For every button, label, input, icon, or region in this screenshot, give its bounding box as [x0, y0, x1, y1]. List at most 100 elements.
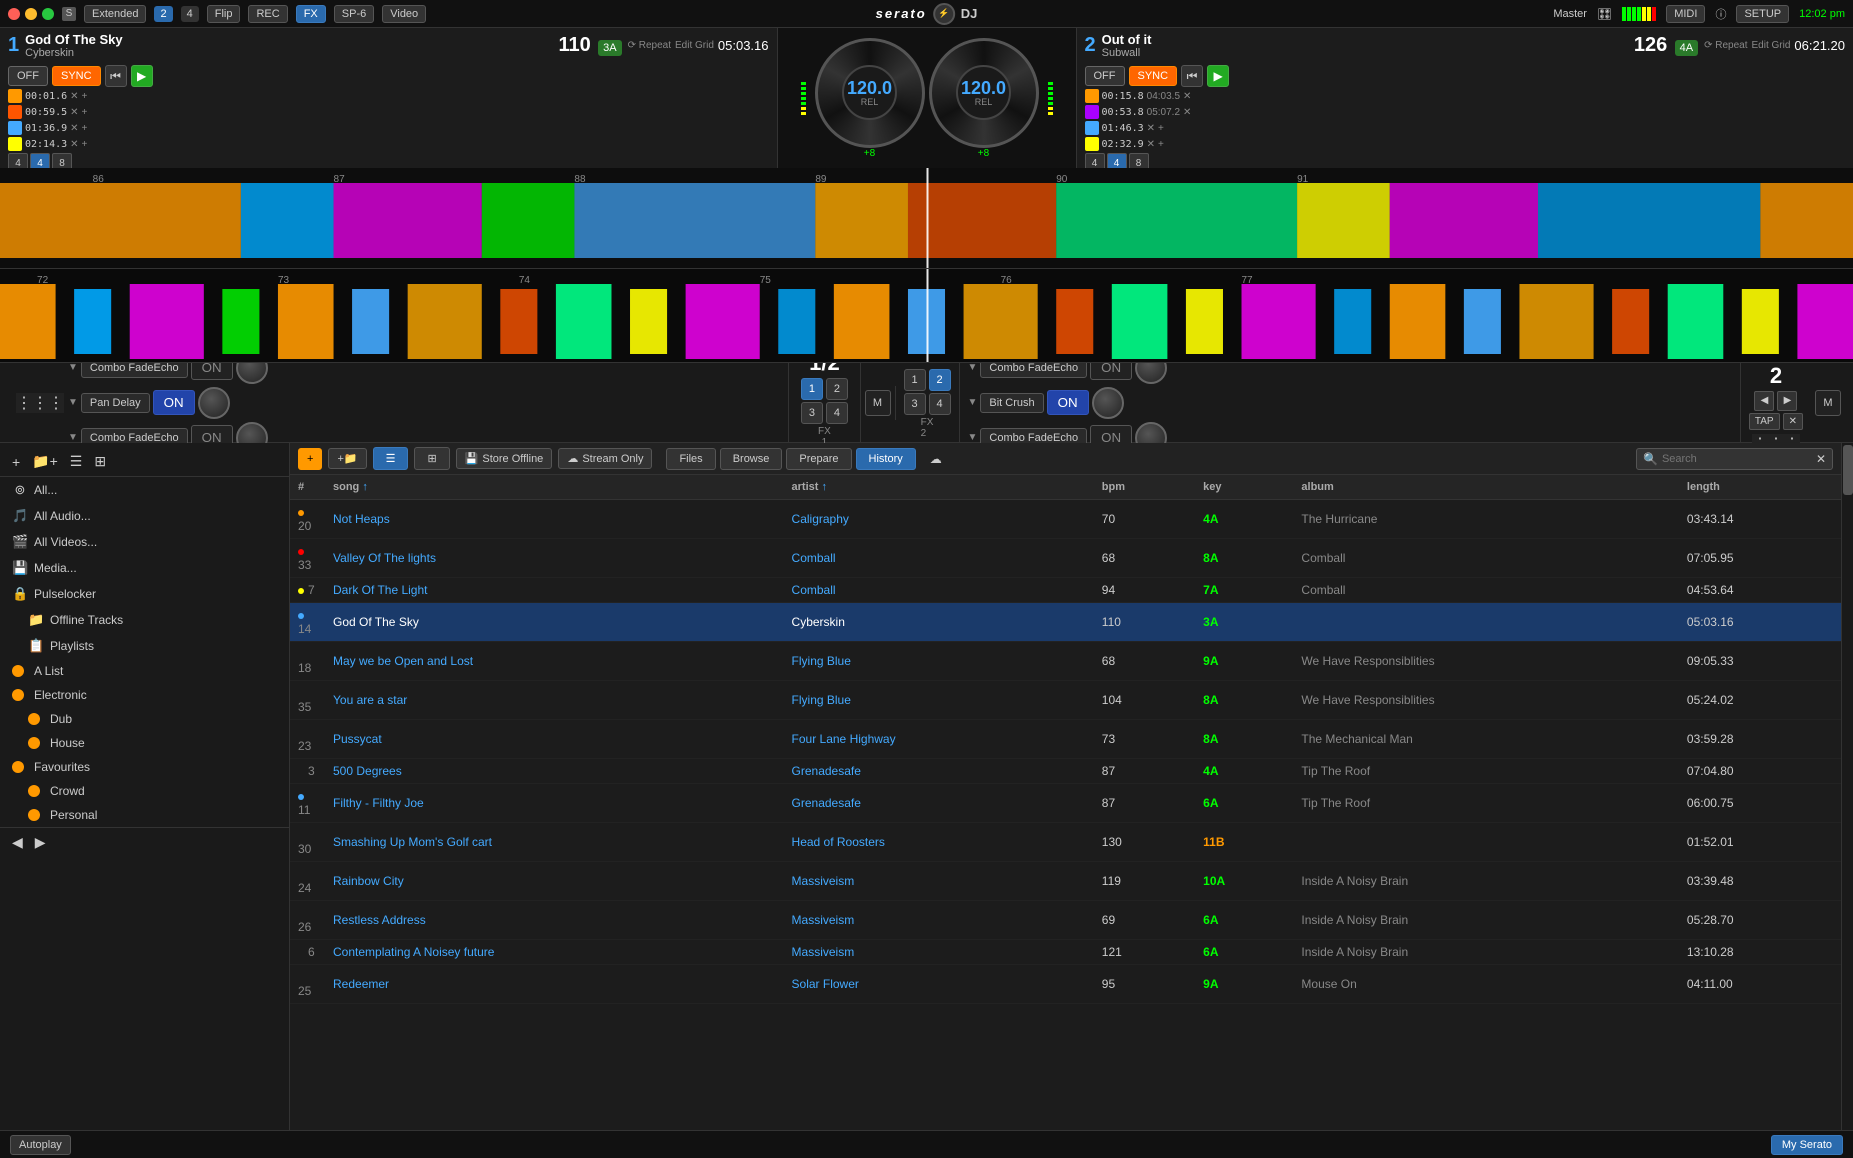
sidebar-item-favourites[interactable]: Favourites [0, 755, 289, 779]
add-folder-btn[interactable]: 📁+ [28, 451, 62, 472]
fx-num-3[interactable]: 3 [801, 402, 823, 424]
table-row[interactable]: 14 God Of The Sky Cyberskin 110 3A 05:03… [290, 603, 1841, 642]
deck2-play-btn[interactable]: ▶ [1207, 65, 1229, 87]
col-header-song[interactable]: song ↑ [325, 475, 784, 500]
sidebar-scroll-right[interactable]: ▶ [31, 832, 50, 853]
table-row[interactable]: 30 Smashing Up Mom's Golf cart Head of R… [290, 823, 1841, 862]
deck2-loop-4[interactable]: 4 [1085, 153, 1105, 168]
midi-button[interactable]: MIDI [1666, 5, 1705, 23]
close-button[interactable] [8, 8, 20, 20]
waveform-zoomed[interactable]: 72 73 74 75 76 77 [0, 268, 1853, 363]
col-header-key[interactable]: key [1195, 475, 1293, 500]
deck2-cue0-delete[interactable]: ✕ [1183, 91, 1191, 102]
sidebar-item-house[interactable]: House [0, 731, 289, 755]
deck1-cue1-color[interactable] [8, 105, 22, 119]
maximize-button[interactable] [42, 8, 54, 20]
add-track-btn[interactable]: + [8, 451, 24, 472]
minimize-button[interactable] [25, 8, 37, 20]
deck1-cue2-delete[interactable]: ✕ [70, 123, 78, 134]
fx-unit2-slot2-btn[interactable]: Bit Crush [980, 393, 1043, 413]
table-row[interactable]: 6 Contemplating A Noisey future Massivei… [290, 940, 1841, 965]
fx-unit2-slot2-knob[interactable] [1092, 387, 1124, 419]
list-view-lib-btn[interactable]: ☰ [373, 447, 409, 470]
deck2-cue3-add[interactable]: + [1158, 139, 1164, 150]
table-row[interactable]: 35 You are a star Flying Blue 104 8A We … [290, 681, 1841, 720]
sidebar-item-dub[interactable]: Dub [0, 707, 289, 731]
sidebar-item-crowd[interactable]: Crowd [0, 779, 289, 803]
tab-browse[interactable]: Browse [720, 448, 783, 470]
col-header-num[interactable]: # [290, 475, 325, 500]
add-crate-btn[interactable]: +📁 [328, 448, 366, 469]
col-header-bpm[interactable]: bpm [1094, 475, 1195, 500]
deck1-cue3-add[interactable]: + [82, 139, 88, 150]
deck1-off-btn[interactable]: OFF [8, 66, 48, 86]
deck1-cue0-color[interactable] [8, 89, 22, 103]
fx-num-1[interactable]: 1 [801, 378, 823, 400]
table-row[interactable]: 7 Dark Of The Light Comball 94 7A Combal… [290, 578, 1841, 603]
sidebar-item-electronic[interactable]: Electronic [0, 683, 289, 707]
deck1-cue3-color[interactable] [8, 137, 22, 151]
deck1-play-btn[interactable]: ▶ [131, 65, 153, 87]
table-row[interactable]: 25 Redeemer Solar Flower 95 9A Mouse On … [290, 965, 1841, 1004]
search-box[interactable]: 🔍 ✕ [1636, 448, 1833, 470]
my-serato-button[interactable]: My Serato [1771, 1135, 1843, 1155]
waveform-overview[interactable]: // This will be rendered as static SVG i… [0, 168, 1853, 268]
deck1-cue1-add[interactable]: + [82, 107, 88, 118]
tab-files[interactable]: Files [666, 448, 715, 470]
repeat-icon[interactable]: ⟳ Repeat [628, 40, 671, 51]
table-row[interactable]: 18 May we be Open and Lost Flying Blue 6… [290, 642, 1841, 681]
deck2-cue0-color[interactable] [1085, 89, 1099, 103]
deck2-cue2-add[interactable]: + [1158, 123, 1164, 134]
search-input[interactable] [1662, 453, 1812, 465]
grid-view-btn[interactable]: ⊞ [90, 451, 110, 472]
deck2-cue1-delete[interactable]: ✕ [1183, 107, 1191, 118]
sidebar-item-audio[interactable]: 🎵 All Audio... [0, 503, 289, 529]
album-view-lib-btn[interactable]: ⊞ [414, 447, 449, 470]
deck2-cue3-color[interactable] [1085, 137, 1099, 151]
table-row[interactable]: 20 Not Heaps Caligraphy 70 4A The Hurric… [290, 500, 1841, 539]
fx-m-button[interactable]: M [865, 390, 891, 416]
table-row[interactable]: 11 Filthy - Filthy Joe Grenadesafe 87 6A… [290, 784, 1841, 823]
search-clear-icon[interactable]: ✕ [1816, 452, 1826, 466]
fx-m-button-2[interactable]: M [1815, 390, 1841, 416]
stream-only-btn[interactable]: ☁ Stream Only [558, 448, 652, 469]
table-row[interactable]: 33 Valley Of The lights Comball 68 8A Co… [290, 539, 1841, 578]
sidebar-item-media[interactable]: 💾 Media... [0, 555, 289, 581]
fx-unit2-x[interactable]: ✕ [1783, 413, 1803, 430]
deck2-loop-8[interactable]: 8 [1129, 153, 1149, 168]
deck2-sync-btn[interactable]: SYNC [1129, 66, 1178, 86]
fx2-next-btn[interactable]: ▶ [1777, 391, 1797, 411]
deck2-loop-4b[interactable]: 4 [1107, 153, 1127, 168]
fx-num-2[interactable]: 2 [826, 378, 848, 400]
sidebar-item-pulselocker[interactable]: 🔒 Pulselocker [0, 581, 289, 607]
deck1-prev-btn[interactable]: ⏮ [105, 65, 127, 87]
edit-grid-icon[interactable]: Edit Grid [675, 40, 714, 51]
deck1-cue0-delete[interactable]: ✕ [70, 91, 78, 102]
deck2-prev-btn[interactable]: ⏮ [1181, 65, 1203, 87]
sidebar-item-videos[interactable]: 🎬 All Videos... [0, 529, 289, 555]
deck2-cue1-color[interactable] [1085, 105, 1099, 119]
fx-unit1-slot2-btn[interactable]: Pan Delay [81, 393, 150, 413]
deck2-cue2-delete[interactable]: ✕ [1147, 123, 1155, 134]
sidebar-item-personal[interactable]: Personal [0, 803, 289, 827]
sp6-button[interactable]: SP-6 [334, 5, 374, 23]
fx-unit1-slot2-knob[interactable] [198, 387, 230, 419]
table-row[interactable]: 3 500 Degrees Grenadesafe 87 4A Tip The … [290, 759, 1841, 784]
sidebar-item-playlists[interactable]: 📋 Playlists [0, 633, 289, 659]
edit-grid-icon-2[interactable]: Edit Grid [1751, 40, 1790, 51]
deck2-cue2-color[interactable] [1085, 121, 1099, 135]
deck1-cue1-delete[interactable]: ✕ [70, 107, 78, 118]
deck-count-2[interactable]: 2 [154, 6, 172, 22]
deck1-cue2-color[interactable] [8, 121, 22, 135]
fx2-num-3[interactable]: 3 [904, 393, 926, 415]
fx2-num-1[interactable]: 1 [904, 369, 926, 391]
add-track-library-btn[interactable]: + [298, 448, 322, 470]
mode-selector[interactable]: Extended [84, 5, 146, 23]
scrollbar-thumb[interactable] [1843, 445, 1853, 495]
col-header-artist[interactable]: artist ↑ [784, 475, 1094, 500]
fx-num-4[interactable]: 4 [826, 402, 848, 424]
rec-button[interactable]: REC [248, 5, 287, 23]
deck1-sync-btn[interactable]: SYNC [52, 66, 101, 86]
table-row[interactable]: 26 Restless Address Massiveism 69 6A Ins… [290, 901, 1841, 940]
sidebar-item-alist[interactable]: A List [0, 659, 289, 683]
